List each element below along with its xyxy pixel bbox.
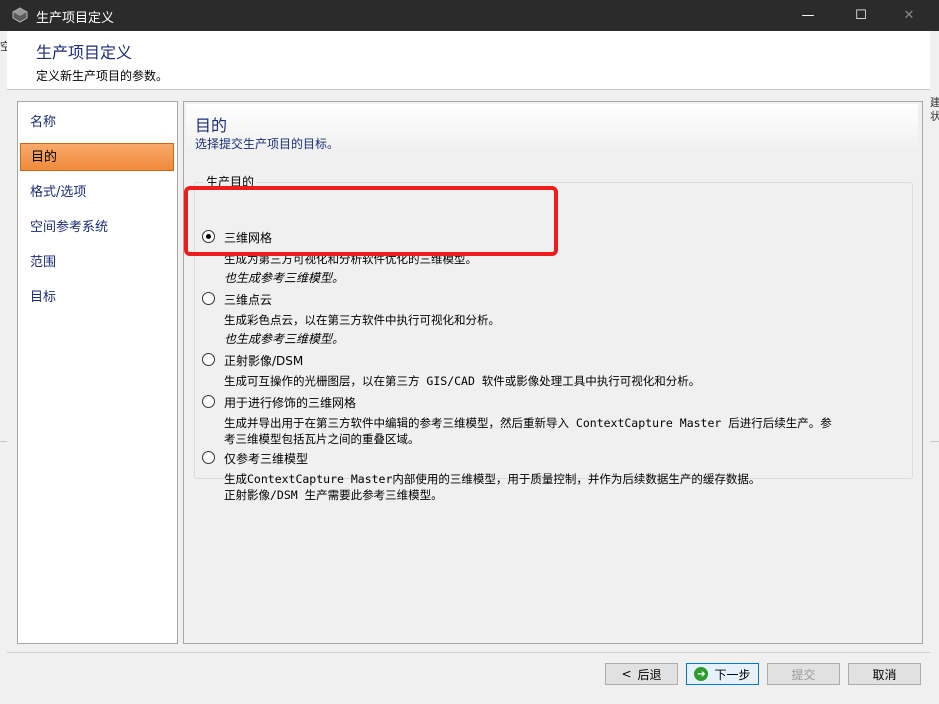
- radio-button[interactable]: [202, 395, 215, 408]
- option-note: 也生成参考三维模型。: [224, 332, 345, 346]
- purpose-panel: 目的 选择提交生产项目的目标。 生产目的 三维网格 生成为第三方可视化和分析软件…: [183, 101, 923, 644]
- nav-item-spatial-reference[interactable]: 空间参考系统: [20, 214, 174, 242]
- option-description: 生成ContextCapture Master内部使用的三维模型，用于质量控制，…: [224, 472, 761, 486]
- panel-title: 目的: [195, 116, 228, 135]
- footer-divider: [7, 652, 930, 653]
- option-note: 也生成参考三维模型。: [224, 271, 345, 285]
- background-divider: [0, 441, 7, 442]
- option-label: 用于进行修饰的三维网格: [224, 396, 357, 410]
- option-label: 正射影像/DSM: [224, 354, 304, 368]
- option-description: 正射影像/DSM 生产需要此参考三维模型。: [224, 488, 443, 502]
- background-app-left: [0, 31, 7, 704]
- radio-button[interactable]: [202, 230, 215, 243]
- background-app-right: [930, 31, 939, 704]
- window-titlebar: 生产项目定义 — ☐ ✕: [0, 0, 939, 31]
- radio-button[interactable]: [202, 451, 215, 464]
- chevron-left-icon: <: [621, 667, 632, 681]
- panel-subtitle: 选择提交生产项目的目标。: [195, 137, 340, 151]
- submit-button[interactable]: 提交: [767, 663, 840, 685]
- cancel-button[interactable]: 取消: [848, 663, 921, 685]
- option-label: 仅参考三维模型: [224, 452, 309, 466]
- window-title: 生产项目定义: [36, 11, 115, 26]
- radio-button[interactable]: [202, 292, 215, 305]
- option-label: 三维点云: [224, 293, 273, 307]
- background-text: 空: [0, 40, 7, 53]
- background-divider: [930, 441, 939, 442]
- nav-item-format-options[interactable]: 格式/选项: [20, 179, 174, 207]
- dialog-subtitle: 定义新生产项目的参数。: [36, 69, 169, 83]
- nav-item-purpose[interactable]: 目的: [20, 143, 174, 171]
- dialog-title: 生产项目定义: [36, 43, 133, 62]
- option-description: 考三维模型包括瓦片之间的重叠区域。: [224, 432, 420, 446]
- next-button[interactable]: ➔ 下一步: [686, 663, 759, 685]
- panel-header: 目的 选择提交生产项目的目标。: [186, 104, 918, 152]
- groupbox-label: 生产目的: [204, 173, 257, 190]
- dialog-header: 生产项目定义 定义新生产项目的参数。: [7, 31, 930, 90]
- background-text: 建 状: [930, 96, 939, 123]
- nav-item-extent[interactable]: 范围: [20, 249, 174, 277]
- maximize-button[interactable]: ☐: [838, 0, 884, 31]
- arrow-right-icon: ➔: [694, 667, 709, 681]
- back-button[interactable]: < 后退: [605, 663, 678, 685]
- minimize-button[interactable]: —: [785, 0, 831, 31]
- option-description: 生成可互操作的光栅图层，以在第三方 GIS/CAD 软件或影像处理工具中执行可视…: [224, 374, 701, 388]
- option-description: 生成并导出用于在第三方软件中编辑的参考三维模型，然后重新导入 ContextCa…: [224, 416, 832, 430]
- production-dialog: 生产项目定义 定义新生产项目的参数。 名称 目的 格式/选项 空间参考系统 范围…: [7, 31, 930, 704]
- close-button[interactable]: ✕: [886, 0, 932, 31]
- nav-item-name[interactable]: 名称: [20, 109, 174, 137]
- radio-button[interactable]: [202, 353, 215, 366]
- option-description: 生成彩色点云，以在第三方软件中执行可视化和分析。: [224, 313, 500, 327]
- step-navigation: 名称 目的 格式/选项 空间参考系统 范围 目标: [17, 101, 178, 644]
- nav-item-destination[interactable]: 目标: [20, 284, 174, 312]
- app-icon: [12, 7, 28, 23]
- option-label: 三维网格: [224, 231, 273, 245]
- option-description: 生成为第三方可视化和分析软件优化的三维模型。: [224, 252, 477, 266]
